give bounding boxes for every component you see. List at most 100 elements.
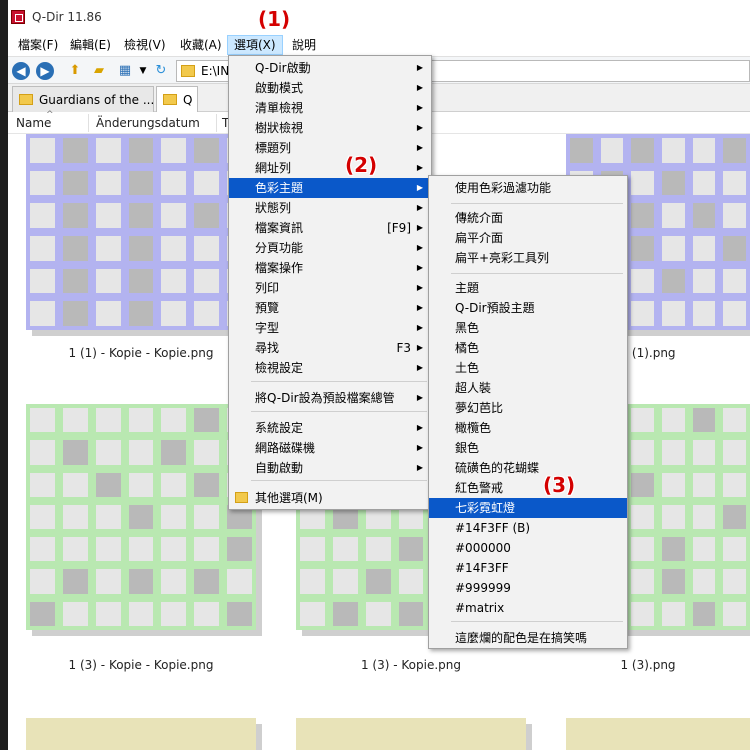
theme-menu-item[interactable]: 七彩霓虹燈 [429,498,627,518]
theme-menu-item[interactable]: 橘色 [429,338,627,358]
view-dropdown-icon[interactable]: ▼ [134,63,152,79]
menu-item-label: #matrix [455,601,505,615]
thumbnail-tile [657,565,689,598]
options-menu-item[interactable]: 分頁功能 ▶ [229,238,431,258]
thumbnail-partial[interactable] [566,718,750,750]
thumbnail-tile [91,264,125,298]
theme-menu-item[interactable]: #999999 [429,578,627,598]
file-name[interactable]: 1 (3).png [566,658,730,672]
theme-menu-item[interactable]: #14F3FF (B) [429,518,627,538]
options-menu-item[interactable]: 自動啟動 ▶ [229,458,431,478]
file-name[interactable]: 1 (3) - Kopie.png [296,658,526,672]
thumbnail-1-1-kopie-kopie[interactable] [26,134,256,330]
options-menu-item[interactable]: 預覽 ▶ [229,298,431,318]
forward-icon[interactable]: ▶ [36,62,54,80]
theme-menu-item[interactable]: 橄欖色 [429,418,627,438]
menu-favorites[interactable]: 收藏(A) [174,35,228,55]
file-name[interactable]: 1 (3) - Kopie - Kopie.png [26,658,256,672]
theme-menu-item[interactable]: 傳統介面 [429,208,627,228]
options-menu-item[interactable]: 網址列 ▶ [229,158,431,178]
theme-menu-item[interactable]: #matrix [429,598,627,618]
options-menu-item[interactable]: 檔案資訊 [F9] ▶ [229,218,431,238]
thumbnail-tile [26,134,59,167]
menu-item-label: 清單檢視 [255,101,304,115]
options-menu-item[interactable]: 清單檢視 ▶ [229,98,431,118]
menu-item-label: 黑色 [455,321,480,335]
menu-separator [251,381,427,382]
menu-item-label: 分頁功能 [255,241,304,255]
theme-menu-item[interactable]: 黑色 [429,318,627,338]
thumbnail-tile [91,565,125,598]
thumbnail-partial[interactable] [296,718,526,750]
options-menu-item[interactable]: 列印 ▶ [229,278,431,298]
thumbnail-1-3-kopie-kopie[interactable] [26,404,256,630]
refresh-icon[interactable]: ↻ [152,63,170,79]
theme-menu-item[interactable]: 銀色 [429,438,627,458]
theme-menu-item[interactable]: 硫磺色的花蝴蝶 [429,458,627,478]
menu-item-label: 紅色警戒 [455,481,504,495]
theme-menu-item[interactable]: 主題 [429,278,627,298]
options-menu-item[interactable]: 檔案操作 ▶ [229,258,431,278]
options-menu-item[interactable]: 檢視設定 ▶ [229,358,431,378]
menu-view[interactable]: 檢視(V) [118,35,172,55]
column-divider[interactable] [216,114,217,132]
options-menu-item[interactable]: 字型 ▶ [229,318,431,338]
options-menu-item[interactable]: 標題列 ▶ [229,138,431,158]
options-menu-item[interactable]: 狀態列 ▶ [229,198,431,218]
back-icon[interactable]: ◀ [12,62,30,80]
options-menu-item[interactable]: 樹狀檢視 ▶ [229,118,431,138]
options-menu-item[interactable]: 尋找 F3 ▶ [229,338,431,358]
tab-q[interactable]: Q [156,86,198,112]
thumbnail-partial[interactable] [26,718,256,750]
theme-menu-item[interactable]: 土色 [429,358,627,378]
theme-menu-item[interactable]: Q-Dir預設主題 [429,298,627,318]
menu-file[interactable]: 檔案(F) [12,35,64,55]
thumbnail-tile [26,597,59,630]
new-folder-icon[interactable]: ▰ [90,63,108,79]
thumbnail-tile [58,166,92,200]
options-menu-item[interactable]: 系統設定 ▶ [229,418,431,438]
column-divider[interactable] [88,114,89,132]
theme-menu-item[interactable]: #14F3FF [429,558,627,578]
options-menu-item[interactable]: 將Q-Dir設為預設檔案總管 ▶ [229,388,431,408]
thumbnail-tile [157,500,191,534]
menu-item-label: 土色 [455,361,480,375]
up-folder-icon[interactable]: ⬆ [66,63,84,79]
thumbnail-tile [190,468,224,501]
theme-menu-item[interactable]: 這麼爛的配色是在搞笑嗎 [429,628,627,648]
theme-menu-item[interactable]: 扁平+亮彩工具列 [429,248,627,268]
thumbnail-tile [26,232,59,265]
menu-edit[interactable]: 編輯(E) [64,35,117,55]
theme-menu-item[interactable]: 紅色警戒 [429,478,627,498]
theme-menu-item[interactable]: #000000 [429,538,627,558]
menu-options[interactable]: 選項(X) [227,35,283,55]
theme-menu-item[interactable]: 扁平介面 [429,228,627,248]
thumbnail-tile [124,500,158,534]
menu-help[interactable]: 說明 [286,35,322,55]
thumbnail-tile [361,597,395,630]
thumbnail-tile [688,404,720,437]
thumbnail-tile [157,134,191,167]
column-modified[interactable]: Änderungsdatum [96,116,200,130]
menu-item-label: #000000 [455,541,511,555]
window-title: Q-Dir 11.86 [32,10,102,24]
submenu-arrow-icon: ▶ [416,103,423,112]
file-name[interactable]: 1 (1) - Kopie - Kopie.png [26,346,256,360]
thumbnail-tile [26,404,59,437]
submenu-arrow-icon: ▶ [416,183,423,192]
theme-menu-item[interactable]: 使用色彩過濾功能 [429,178,627,198]
thumbnail-tile [627,533,658,566]
tab-guardians[interactable]: Guardians of the ... [12,86,154,112]
theme-menu-item[interactable]: 超人裝 [429,378,627,398]
options-menu-item[interactable]: Q-Dir啟動 ▶ [229,58,431,78]
options-menu-item[interactable]: 色彩主題 ▶ [229,178,431,198]
thumbnail-tile [91,533,125,566]
view-mode-icon[interactable]: ▦ [116,63,134,79]
theme-menu-item[interactable]: 夢幻芭比 [429,398,627,418]
options-menu-item[interactable]: 其他選項(M) [229,488,431,508]
callout-2: (2) [345,153,378,177]
thumbnail-tile [58,264,92,298]
options-menu-item[interactable]: 啟動模式 ▶ [229,78,431,98]
thumbnail-tile [627,565,658,598]
options-menu-item[interactable]: 網路磁碟機 ▶ [229,438,431,458]
